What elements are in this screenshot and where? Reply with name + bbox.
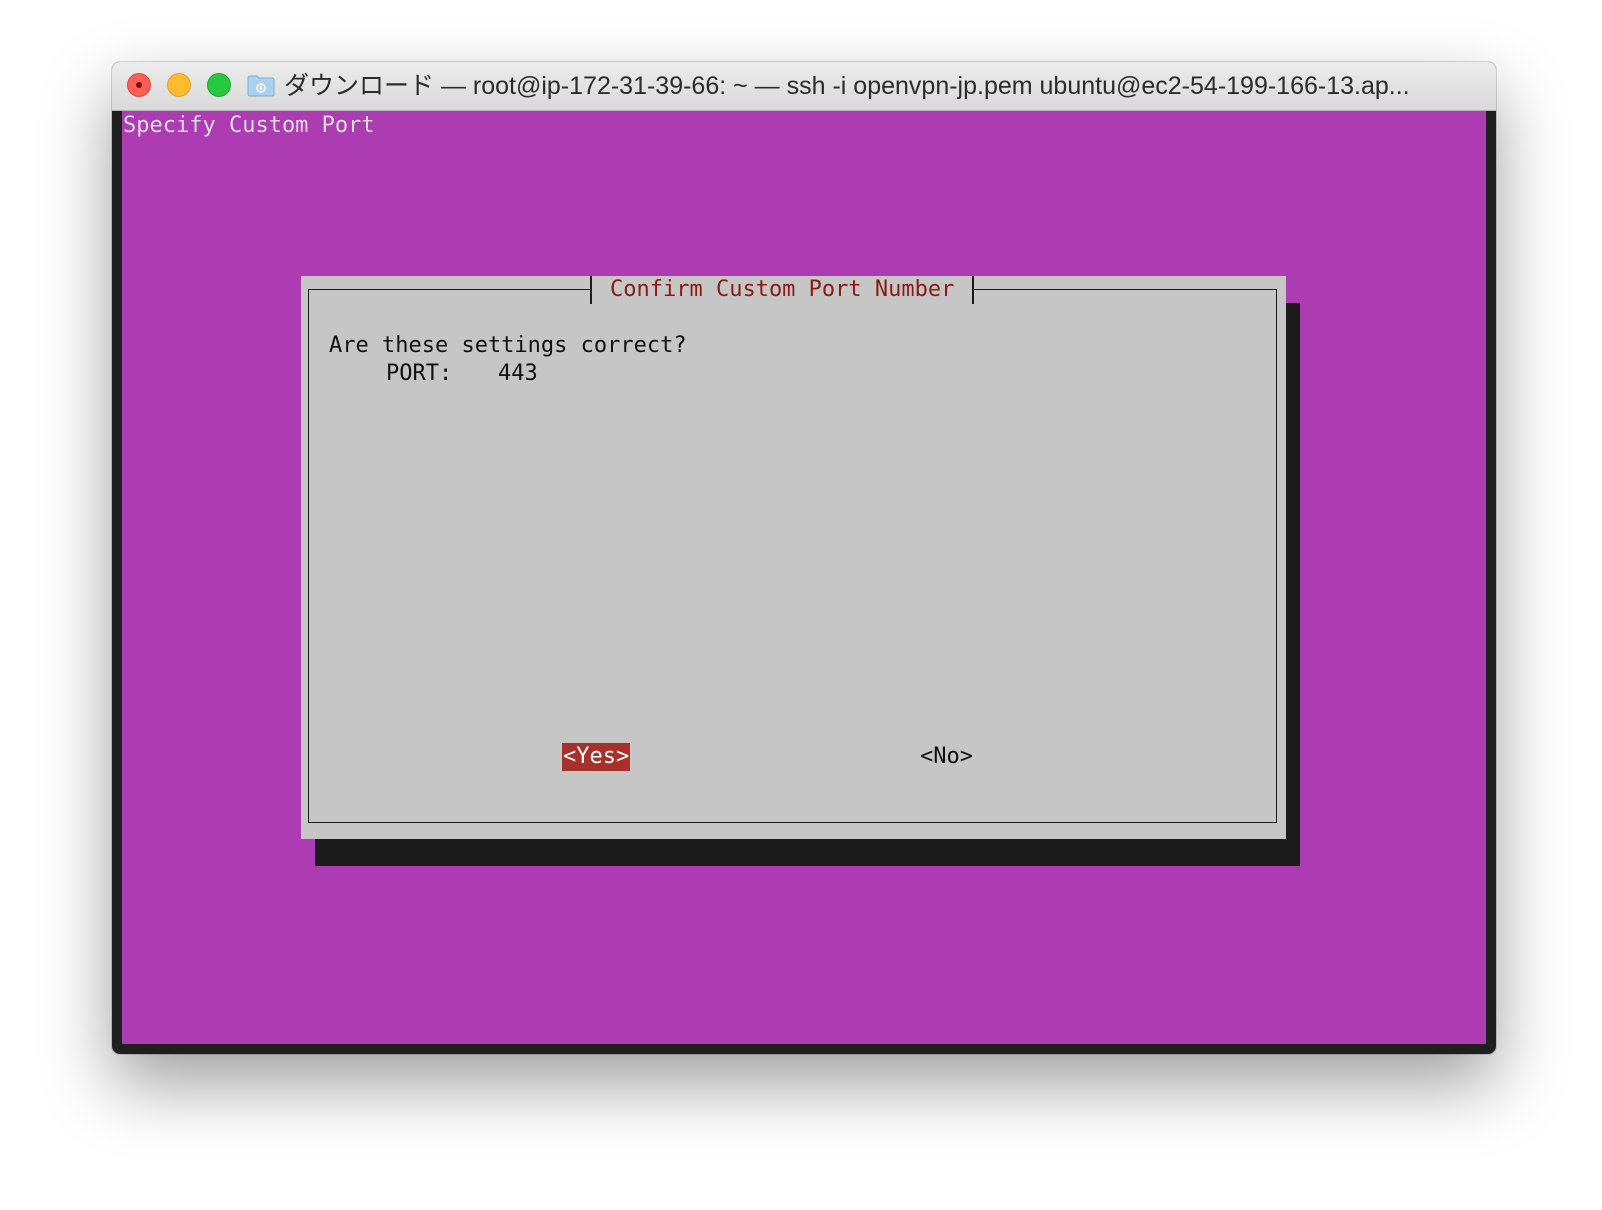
yes-button[interactable]: <Yes> (562, 743, 631, 771)
minimize-icon[interactable] (167, 73, 191, 97)
title-bar[interactable]: ダウンロード — root@ip-172-31-39-66: ~ — ssh -… (112, 62, 1496, 111)
no-button[interactable]: <No> (920, 743, 973, 771)
dialog-title: Confirm Custom Port Number (590, 276, 975, 304)
terminal-window: ダウンロード — root@ip-172-31-39-66: ~ — ssh -… (112, 62, 1496, 1054)
folder-icon (247, 75, 275, 97)
port-setting: PORT: 443 (386, 360, 538, 388)
terminal-screen[interactable]: Specify Custom Port Confirm Custom Port … (122, 111, 1486, 1044)
background-title: Specify Custom Port (123, 113, 375, 138)
dialog-message: Are these settings correct? (329, 333, 687, 358)
confirm-dialog: Confirm Custom Port Number Are these set… (301, 276, 1286, 839)
close-icon[interactable] (127, 73, 151, 97)
window-title: ダウンロード — root@ip-172-31-39-66: ~ — ssh -… (284, 72, 1410, 100)
port-value: 443 (498, 361, 538, 386)
maximize-icon[interactable] (207, 73, 231, 97)
port-label: PORT: (386, 361, 453, 386)
